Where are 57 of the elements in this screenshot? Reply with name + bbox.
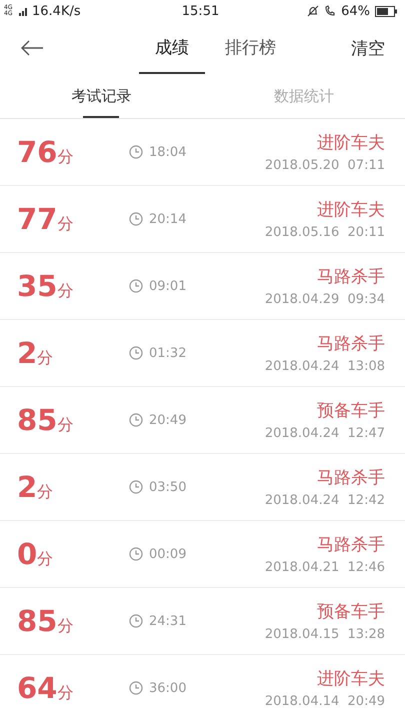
clock: 15:51 (182, 4, 220, 18)
duration-text: 09:01 (149, 278, 186, 294)
score-text: 85分 (17, 403, 74, 437)
clear-button[interactable]: 清空 (343, 36, 405, 60)
score-text: 2分 (17, 470, 54, 504)
rank-title: 进阶车夫 (317, 668, 385, 690)
date-time: 2018.04.24 12:42 (264, 493, 385, 508)
duration-text: 20:14 (149, 212, 186, 226)
date-time: 2018.04.15 13:28 (264, 627, 385, 642)
rank-title: 预备车手 (317, 601, 385, 623)
date-time: 2018.05.16 20:11 (264, 225, 385, 240)
score-text: 0分 (17, 537, 54, 571)
network-speed: 16.4K/s (32, 4, 81, 18)
back-arrow-icon (20, 40, 44, 56)
bell-off-icon (307, 5, 320, 17)
score-text: 76分 (17, 135, 74, 169)
rank-title: 预备车手 (317, 400, 385, 422)
date-time: 2018.04.21 12:46 (264, 560, 385, 575)
rank-title: 马路杀手 (317, 333, 385, 355)
signal-icon (19, 6, 29, 16)
battery-icon (375, 6, 397, 16)
score-text: 2分 (17, 336, 54, 370)
date-time: 2018.04.24 13:08 (264, 359, 385, 374)
rank-title: 马路杀手 (317, 534, 385, 556)
clock-icon (129, 212, 143, 226)
score-text: 77分 (17, 202, 74, 236)
clock-icon (129, 145, 143, 159)
duration-text: 01:32 (149, 346, 186, 360)
rank-title: 马路杀手 (317, 467, 385, 489)
clock-icon (129, 681, 143, 695)
duration-text: 03:50 (149, 480, 186, 494)
clock-icon (129, 413, 143, 427)
score-text: 35分 (17, 269, 74, 303)
clock-icon (129, 480, 143, 494)
clock-icon (129, 279, 143, 293)
score-text: 85分 (17, 604, 74, 638)
sub-tab[interactable]: 考试记录 (0, 74, 202, 118)
rank-title: 马路杀手 (317, 266, 385, 288)
rank-title: 进阶车夫 (317, 132, 385, 154)
score-text: 64分 (17, 671, 74, 705)
header-tab[interactable]: 成绩 (139, 22, 205, 74)
duration-text: 36:00 (149, 680, 186, 696)
clock-icon (129, 614, 143, 628)
clock-icon (129, 346, 143, 360)
duration-text: 00:09 (149, 546, 186, 562)
duration-text: 18:04 (149, 144, 186, 160)
battery-percent: 64% (341, 4, 370, 18)
duration-text: 20:49 (149, 412, 186, 428)
date-time: 2018.04.29 09:34 (264, 292, 385, 307)
date-time: 2018.04.14 20:49 (264, 694, 385, 709)
date-time: 2018.04.24 12:47 (264, 426, 385, 441)
date-time: 2018.05.20 07:11 (264, 158, 385, 173)
rank-title: 进阶车夫 (317, 199, 385, 221)
header-tab[interactable]: 排行榜 (209, 22, 292, 74)
phone-icon (324, 5, 336, 17)
duration-text: 24:31 (149, 614, 186, 628)
clock-icon (129, 547, 143, 561)
